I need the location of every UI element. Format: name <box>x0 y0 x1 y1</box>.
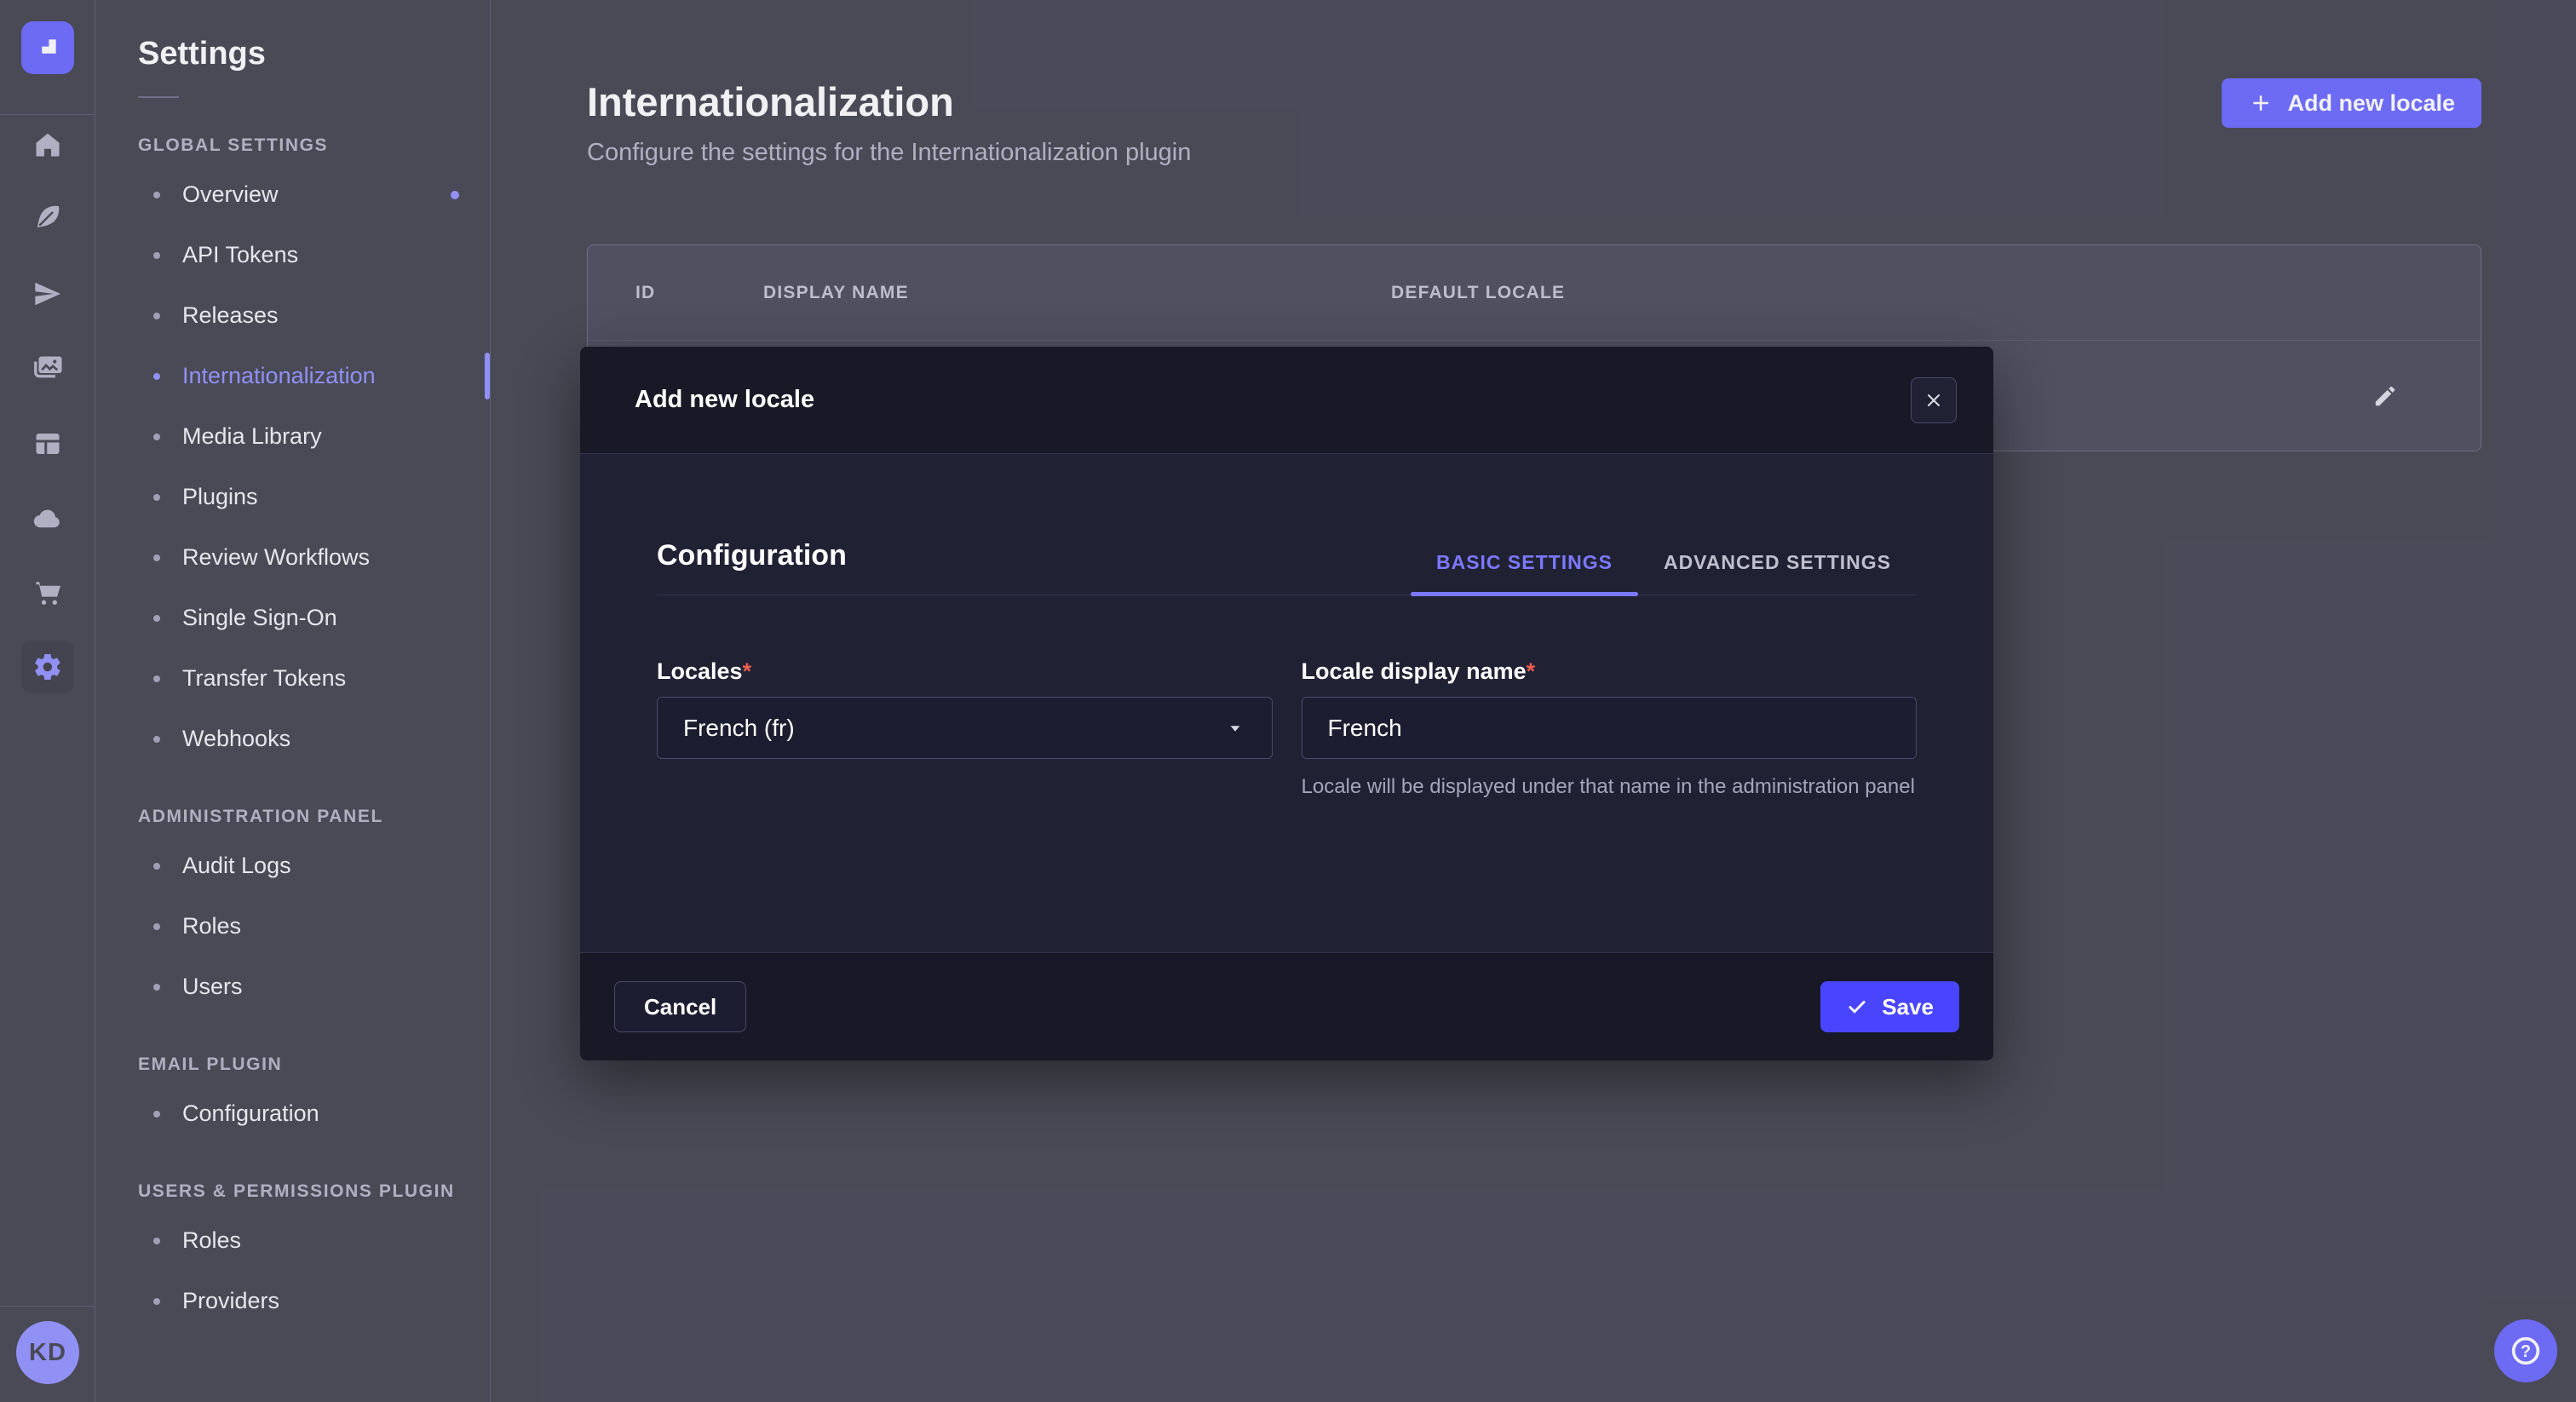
locales-field-group: Locales* French (fr) <box>657 658 1273 802</box>
display-name-label-text: Locale display name <box>1302 658 1527 684</box>
locales-select-value: French (fr) <box>683 715 795 742</box>
modal-header: Add new locale <box>580 347 1993 454</box>
tab-advanced-settings[interactable]: ADVANCED SETTINGS <box>1638 551 1917 595</box>
check-icon <box>1846 996 1868 1018</box>
locales-label-text: Locales <box>657 658 743 684</box>
required-asterisk: * <box>1527 658 1536 684</box>
display-name-input[interactable] <box>1302 697 1918 759</box>
tab-basic-settings[interactable]: BASIC SETTINGS <box>1411 551 1638 595</box>
modal-footer: Cancel Save <box>580 952 1993 1060</box>
close-icon <box>1923 390 1944 411</box>
display-name-field-group: Locale display name* Locale will be disp… <box>1302 658 1918 802</box>
configuration-header-row: Configuration BASIC SETTINGS ADVANCED SE… <box>657 539 1917 595</box>
configuration-title: Configuration <box>657 539 847 595</box>
required-asterisk: * <box>743 658 752 684</box>
display-name-hint: Locale will be displayed under that name… <box>1302 773 1918 802</box>
add-locale-modal: Add new locale Configuration BASIC SETTI… <box>580 347 1993 1060</box>
close-modal-button[interactable] <box>1911 377 1957 423</box>
locales-select[interactable]: French (fr) <box>657 697 1273 759</box>
save-button[interactable]: Save <box>1820 981 1959 1032</box>
save-button-label: Save <box>1882 994 1934 1020</box>
locale-form: Locales* French (fr) Locale display name… <box>657 658 1917 802</box>
locales-label: Locales* <box>657 658 1273 685</box>
modal-body: Configuration BASIC SETTINGS ADVANCED SE… <box>580 454 1993 802</box>
chevron-down-icon <box>1224 717 1246 739</box>
modal-title: Add new locale <box>635 386 814 414</box>
cancel-button[interactable]: Cancel <box>614 981 746 1032</box>
settings-tabs: BASIC SETTINGS ADVANCED SETTINGS <box>1411 551 1917 595</box>
display-name-label: Locale display name* <box>1302 658 1918 685</box>
